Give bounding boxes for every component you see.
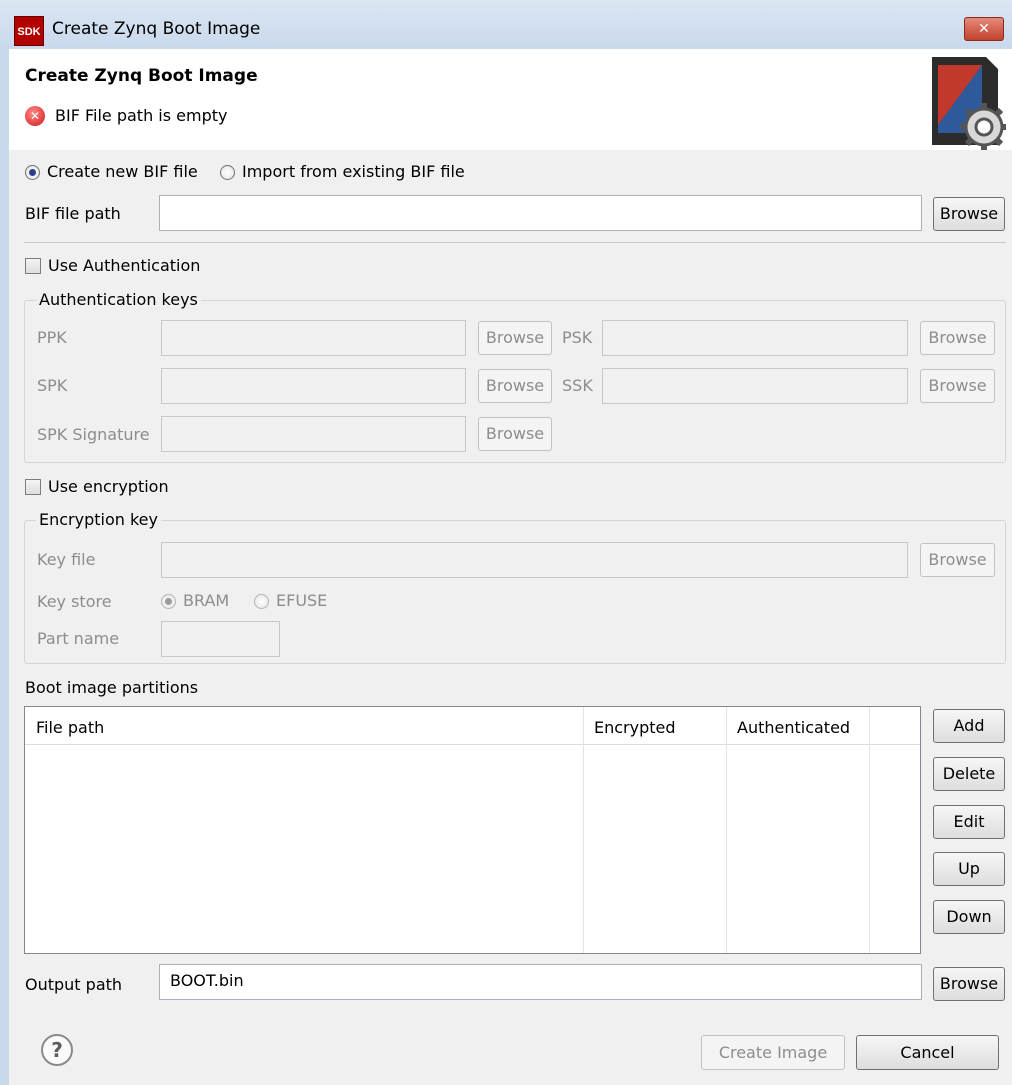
spk-label: SPK bbox=[37, 376, 68, 395]
sdk-app-icon: SDK bbox=[14, 16, 44, 46]
delete-partition-button[interactable]: Delete bbox=[933, 757, 1005, 791]
key-store-bram-label: BRAM bbox=[183, 591, 230, 610]
column-header-authenticated[interactable]: Authenticated bbox=[737, 718, 850, 737]
window-frame-edge bbox=[0, 49, 9, 1085]
use-authentication-label: Use Authentication bbox=[48, 256, 201, 275]
dialog-header bbox=[9, 49, 1012, 150]
column-header-encrypted[interactable]: Encrypted bbox=[594, 718, 676, 737]
authentication-keys-title: Authentication keys bbox=[36, 290, 201, 309]
dialog-heading: Create Zynq Boot Image bbox=[25, 66, 258, 86]
output-path-input[interactable]: BOOT.bin bbox=[159, 964, 922, 1000]
key-store-efuse-label: EFUSE bbox=[276, 591, 328, 610]
move-down-button[interactable]: Down bbox=[933, 900, 1005, 934]
ssk-browse-button[interactable]: Browse bbox=[920, 369, 995, 403]
key-file-label: Key file bbox=[37, 550, 96, 569]
spk-signature-label: SPK Signature bbox=[37, 425, 150, 444]
key-file-browse-button[interactable]: Browse bbox=[920, 543, 995, 577]
column-divider bbox=[726, 707, 727, 953]
sd-card-gear-icon bbox=[932, 57, 1006, 150]
error-icon: ✕ bbox=[25, 106, 45, 126]
spk-browse-button[interactable]: Browse bbox=[478, 369, 552, 403]
column-divider bbox=[583, 707, 584, 953]
key-store-bram-radio[interactable] bbox=[161, 594, 176, 609]
use-authentication-checkbox[interactable] bbox=[25, 258, 41, 274]
ssk-input[interactable] bbox=[602, 368, 908, 404]
create-new-bif-label: Create new BIF file bbox=[47, 162, 198, 181]
part-name-input[interactable] bbox=[161, 621, 280, 657]
key-store-label: Key store bbox=[37, 592, 112, 611]
ppk-input[interactable] bbox=[161, 320, 466, 356]
bif-path-input[interactable] bbox=[159, 195, 922, 231]
psk-input[interactable] bbox=[602, 320, 908, 356]
cancel-button[interactable]: Cancel bbox=[856, 1035, 999, 1070]
partitions-title: Boot image partitions bbox=[25, 678, 199, 697]
psk-label: PSK bbox=[562, 328, 593, 347]
output-browse-button[interactable]: Browse bbox=[933, 967, 1005, 1001]
add-partition-button[interactable]: Add bbox=[933, 709, 1005, 743]
ppk-label: PPK bbox=[37, 328, 67, 347]
window-title: Create Zynq Boot Image bbox=[52, 19, 261, 39]
ssk-label: SSK bbox=[562, 376, 593, 395]
error-message: BIF File path is empty bbox=[55, 106, 228, 125]
use-encryption-checkbox[interactable] bbox=[25, 479, 41, 495]
column-divider bbox=[869, 707, 870, 953]
use-encryption-label: Use encryption bbox=[48, 477, 169, 496]
help-icon[interactable]: ? bbox=[41, 1034, 73, 1066]
key-store-efuse-radio[interactable] bbox=[254, 594, 269, 609]
bif-path-label: BIF file path bbox=[25, 204, 121, 223]
ppk-browse-button[interactable]: Browse bbox=[478, 321, 552, 355]
part-name-label: Part name bbox=[37, 629, 120, 648]
spk-signature-input[interactable] bbox=[161, 416, 466, 452]
spk-signature-browse-button[interactable]: Browse bbox=[478, 417, 552, 451]
import-bif-label: Import from existing BIF file bbox=[242, 162, 465, 181]
encryption-key-title: Encryption key bbox=[36, 510, 161, 529]
create-image-button[interactable]: Create Image bbox=[701, 1035, 845, 1070]
move-up-button[interactable]: Up bbox=[933, 852, 1005, 886]
psk-browse-button[interactable]: Browse bbox=[920, 321, 995, 355]
column-header-file-path[interactable]: File path bbox=[36, 718, 104, 737]
close-window-button[interactable]: ✕ bbox=[964, 17, 1004, 41]
bif-browse-button[interactable]: Browse bbox=[933, 197, 1005, 231]
separator bbox=[24, 242, 1006, 243]
key-file-input[interactable] bbox=[161, 542, 908, 578]
edit-partition-button[interactable]: Edit bbox=[933, 805, 1005, 839]
spk-input[interactable] bbox=[161, 368, 466, 404]
output-path-label: Output path bbox=[25, 975, 123, 994]
import-bif-radio[interactable] bbox=[220, 165, 235, 180]
create-new-bif-radio[interactable] bbox=[25, 165, 40, 180]
